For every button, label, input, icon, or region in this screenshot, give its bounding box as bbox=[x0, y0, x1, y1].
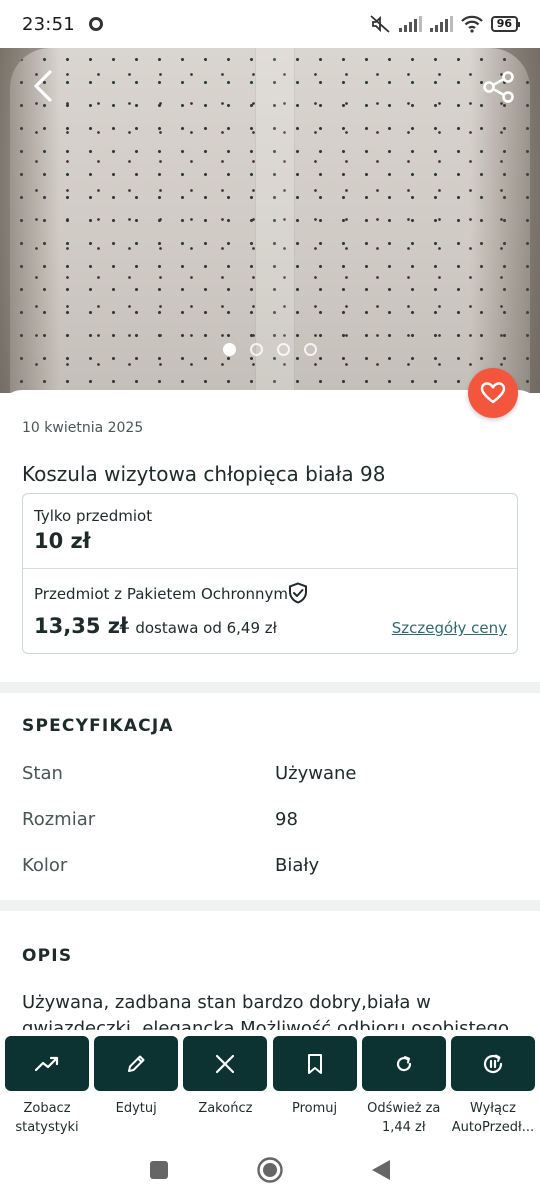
statistics-button[interactable] bbox=[5, 1036, 89, 1091]
shield-check-icon[interactable] bbox=[287, 582, 309, 604]
signal-icon-2 bbox=[429, 16, 453, 32]
action-end: Zakończ bbox=[183, 1030, 268, 1140]
listing-date: 10 kwietnia 2025 bbox=[22, 420, 144, 436]
refresh-label: Odśwież za 1,44 zł bbox=[367, 1101, 441, 1135]
promote-label: Promuj bbox=[291, 1101, 338, 1116]
price-total-value: 13,35 zł bbox=[34, 614, 128, 638]
action-edit: Edytuj bbox=[94, 1030, 179, 1140]
price-only-label: Tylko przedmiot bbox=[34, 507, 153, 525]
gallery-pagination bbox=[0, 343, 540, 356]
protection-label: Przedmiot z Pakietem Ochronnym bbox=[34, 585, 289, 603]
share-icon[interactable] bbox=[482, 70, 516, 104]
spec-key: Rozmiar bbox=[22, 809, 96, 830]
bookmark-icon bbox=[307, 1053, 322, 1074]
chrome-icon bbox=[88, 17, 103, 31]
spec-value: 98 bbox=[275, 809, 298, 830]
heart-icon bbox=[480, 382, 506, 404]
shirt-placket bbox=[255, 48, 295, 393]
gallery-dot[interactable] bbox=[304, 343, 317, 356]
listing-title: Koszula wizytowa chłopięca biała 98 bbox=[22, 462, 386, 486]
shipping-info: + dostawa od 6,49 zł bbox=[118, 619, 277, 637]
product-image[interactable] bbox=[0, 48, 540, 393]
status-bar: 23:51 96 bbox=[0, 0, 540, 48]
spec-key: Stan bbox=[22, 763, 63, 784]
autorenew-label: Wyłącz AutoPrzedł... bbox=[451, 1101, 535, 1135]
promote-button[interactable] bbox=[272, 1036, 357, 1091]
mute-icon bbox=[370, 15, 390, 33]
spec-key: Kolor bbox=[22, 855, 68, 876]
statistics-label: Zobacz statystyki bbox=[15, 1101, 79, 1135]
back-icon[interactable] bbox=[370, 1158, 392, 1182]
refresh-button[interactable] bbox=[361, 1036, 446, 1091]
status-time: 23:51 bbox=[22, 13, 75, 35]
end-button[interactable] bbox=[183, 1036, 268, 1091]
action-promote: Promuj bbox=[272, 1030, 357, 1140]
gallery-dot-active[interactable] bbox=[223, 343, 236, 356]
price-only-value: 10 zł bbox=[34, 529, 91, 553]
end-label: Zakończ bbox=[198, 1101, 253, 1116]
trending-up-icon bbox=[34, 1056, 59, 1071]
description-title: OPIS bbox=[22, 946, 73, 966]
refresh-icon bbox=[396, 1055, 411, 1071]
spec-title: SPECYFIKACJA bbox=[22, 716, 174, 736]
action-statistics: Zobacz statystyki bbox=[5, 1030, 89, 1140]
action-refresh: Odśwież za 1,44 zł bbox=[361, 1030, 446, 1140]
back-arrow-icon[interactable] bbox=[26, 68, 62, 104]
listing-sheet bbox=[0, 390, 540, 1040]
price-only-row: Tylko przedmiot 10 zł bbox=[23, 494, 517, 569]
gallery-dot[interactable] bbox=[277, 343, 290, 356]
status-icons: 96 bbox=[369, 14, 521, 34]
signal-icon-1 bbox=[398, 16, 422, 32]
pencil-icon bbox=[128, 1055, 145, 1072]
pause-refresh-icon bbox=[483, 1054, 503, 1073]
close-icon bbox=[216, 1054, 235, 1073]
action-bar: Zobacz statystyki Edytuj Zakończ Promuj … bbox=[0, 1030, 540, 1140]
autorenew-button[interactable] bbox=[450, 1036, 535, 1091]
battery-indicator: 96 bbox=[490, 16, 521, 32]
system-nav-bar bbox=[0, 1140, 540, 1200]
wifi-icon bbox=[460, 15, 483, 33]
action-autorenew: Wyłącz AutoPrzedł... bbox=[450, 1030, 535, 1140]
section-divider bbox=[0, 900, 540, 911]
price-details-link[interactable]: Szczegóły ceny bbox=[392, 619, 507, 637]
gallery-dot[interactable] bbox=[250, 343, 263, 356]
home-icon[interactable] bbox=[256, 1156, 284, 1184]
edit-label: Edytuj bbox=[115, 1101, 157, 1116]
edit-button[interactable] bbox=[94, 1036, 179, 1091]
favorite-button[interactable] bbox=[468, 368, 518, 418]
spec-value: Biały bbox=[275, 855, 320, 876]
price-box: Tylko przedmiot 10 zł Przedmiot z Pakiet… bbox=[22, 493, 518, 654]
spec-value: Używane bbox=[275, 763, 357, 784]
section-divider bbox=[0, 682, 540, 693]
recents-icon[interactable] bbox=[148, 1159, 170, 1181]
